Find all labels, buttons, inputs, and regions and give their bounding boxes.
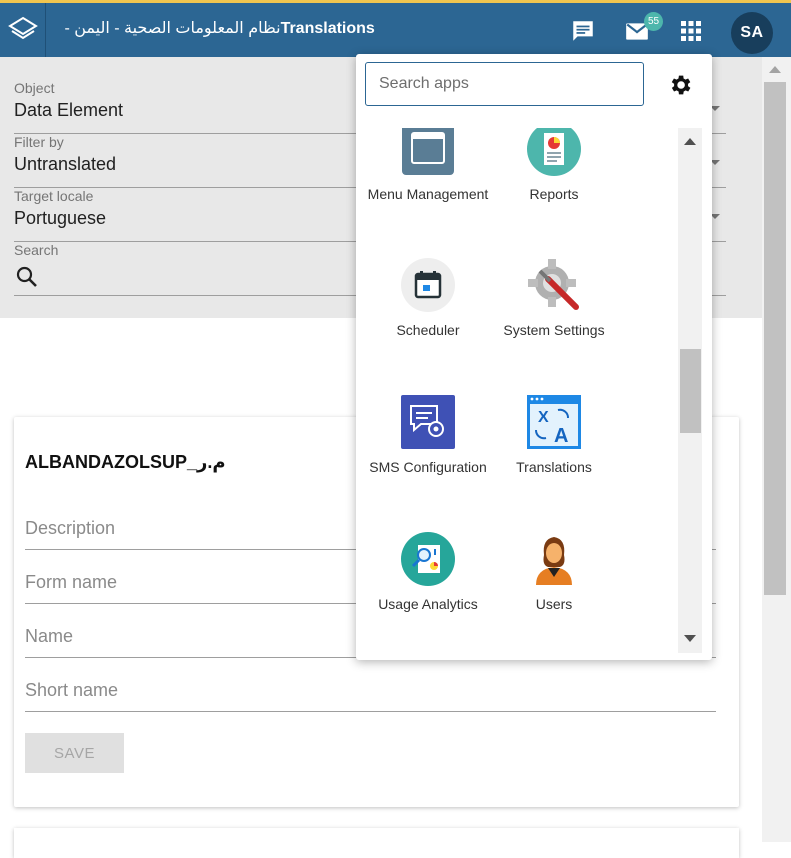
- app-label: Translations: [516, 459, 592, 475]
- card-title: ALBANDAZOLSUP_م.ر: [25, 452, 226, 472]
- scroll-down-arrow-icon[interactable]: [684, 635, 696, 642]
- page-title: نظام المعلومات الصحية - اليمن - Translat…: [60, 18, 375, 38]
- app-usage-analytics[interactable]: Usage Analytics: [365, 531, 491, 612]
- short-name-input[interactable]: [25, 674, 716, 701]
- title-app-name: Translations: [280, 20, 375, 37]
- app-label: SMS Configuration: [369, 459, 487, 475]
- dhis2-logo[interactable]: [0, 3, 46, 57]
- app-sms-configuration[interactable]: SMS Configuration: [365, 394, 491, 475]
- filter-by-value: Untranslated: [14, 154, 117, 174]
- user-icon: [526, 531, 582, 587]
- svg-text:X: X: [538, 409, 549, 426]
- target-locale-value: Portuguese: [14, 208, 107, 228]
- sms-gear-icon: [400, 394, 456, 450]
- app-label: System Settings: [503, 322, 605, 338]
- scroll-up-arrow-icon[interactable]: [684, 138, 696, 145]
- settings-wrench-icon: [526, 257, 582, 313]
- search-apps-input[interactable]: [365, 62, 644, 106]
- object-label: Object: [14, 80, 55, 96]
- save-button[interactable]: SAVE: [25, 733, 124, 773]
- object-value: Data Element: [14, 100, 124, 120]
- messages-button[interactable]: [569, 17, 597, 45]
- chat-bubble-icon: [573, 21, 593, 41]
- header-bar: نظام المعلومات الصحية - اليمن - Translat…: [0, 0, 791, 57]
- app-label: Scheduler: [396, 322, 460, 338]
- search-icon: [16, 266, 37, 287]
- app-translations[interactable]: X A Translations: [491, 394, 617, 475]
- apps-menu-popup: Menu Management Reports: [356, 54, 712, 660]
- app-label: Usage Analytics: [378, 596, 478, 612]
- apps-grid-icon: [681, 21, 701, 41]
- page-scrollbar[interactable]: [762, 57, 791, 842]
- report-chart-icon: [526, 128, 582, 177]
- app-system-settings[interactable]: System Settings: [491, 257, 617, 338]
- title-arabic: نظام المعلومات الصحية - اليمن -: [60, 20, 281, 37]
- search-label: Search: [14, 242, 59, 258]
- app-label: Reports: [529, 186, 579, 202]
- app-scheduler[interactable]: Scheduler: [365, 257, 491, 338]
- next-translation-card: [14, 828, 739, 858]
- scroll-up-arrow-icon[interactable]: [769, 66, 781, 73]
- target-locale-label: Target locale: [14, 188, 94, 204]
- app-label: Users: [535, 596, 573, 612]
- svg-text:A: A: [554, 425, 568, 447]
- app-label: Menu Management: [367, 186, 489, 202]
- window-icon: [400, 128, 456, 177]
- app-menu-management[interactable]: Menu Management: [365, 128, 491, 202]
- scrollbar-thumb[interactable]: [764, 82, 786, 595]
- user-avatar[interactable]: SA: [731, 12, 773, 54]
- apps-list: Menu Management Reports Scheduler System…: [356, 128, 678, 654]
- gear-icon[interactable]: [667, 72, 693, 98]
- app-users[interactable]: Users: [491, 531, 617, 612]
- mail-count-badge: 55: [644, 12, 663, 31]
- apps-button[interactable]: [677, 17, 705, 45]
- short-name-field[interactable]: [25, 674, 716, 712]
- analytics-icon: [400, 531, 456, 587]
- app-reports[interactable]: Reports: [491, 128, 617, 202]
- filter-by-label: Filter by: [14, 134, 64, 150]
- apps-menu-scrollbar[interactable]: [678, 128, 702, 653]
- calendar-icon: [400, 257, 456, 313]
- translate-icon: X A: [526, 394, 582, 450]
- logo-icon: [7, 16, 38, 40]
- apps-menu-scrollbar-thumb[interactable]: [680, 349, 701, 433]
